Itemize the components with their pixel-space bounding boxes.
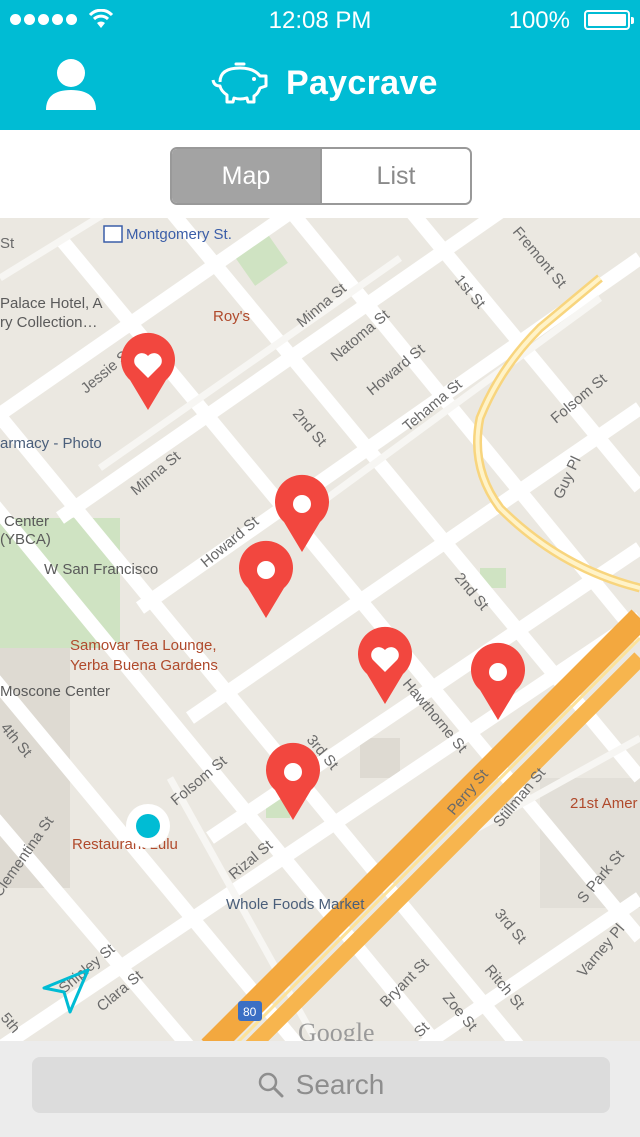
place-label: Roy's — [213, 308, 250, 325]
favorite-pin[interactable] — [121, 332, 175, 410]
place-label: Yerba Buena Gardens — [70, 657, 218, 674]
app-header: Paycrave — [0, 40, 640, 130]
transit-icon — [103, 225, 123, 243]
map-canvas[interactable]: Montgomery St. Palace Hotel, A ry Collec… — [0, 218, 640, 1041]
place-label: (YBCA) — [0, 531, 51, 548]
battery-icon — [584, 10, 634, 30]
tab-map[interactable]: Map — [172, 149, 320, 203]
building-block — [360, 738, 400, 778]
place-label: Montgomery St. — [126, 226, 232, 243]
street-label: Fremont St — [509, 224, 570, 292]
view-switcher-bar: Map List — [0, 130, 640, 219]
place-label: Center — [4, 513, 49, 530]
interstate-label: 80 — [243, 1005, 257, 1019]
street-label: 2nd St — [289, 406, 330, 451]
place-label: Palace Hotel, A — [0, 295, 103, 312]
place-label: Whole Foods Market — [226, 896, 365, 913]
app-title: Paycrave — [286, 63, 438, 102]
search-icon — [258, 1072, 284, 1098]
place-label: W San Francisco — [44, 561, 158, 578]
battery-percent: 100% — [508, 7, 570, 34]
place-label: Moscone Center — [0, 683, 110, 700]
street-label: St — [0, 235, 15, 252]
search-placeholder: Search — [295, 1069, 385, 1100]
street-label: 3rd St — [491, 906, 530, 948]
search-input[interactable]: Search — [32, 1057, 610, 1113]
user-icon[interactable] — [44, 56, 98, 112]
location-pin[interactable] — [239, 540, 293, 618]
status-bar: 12:08 PM 100% — [0, 0, 640, 40]
map-view[interactable]: Montgomery St. Palace Hotel, A ry Collec… — [0, 218, 640, 1041]
place-label: 21st Amer — [570, 795, 638, 812]
brand: Paycrave — [210, 60, 438, 106]
view-switcher: Map List — [170, 147, 472, 205]
google-logo: Google — [298, 1018, 375, 1041]
place-label: armacy - Photo — [0, 435, 102, 452]
tab-list[interactable]: List — [320, 149, 470, 203]
search-bar: Search — [0, 1041, 640, 1137]
place-label: Samovar Tea Lounge, — [70, 637, 217, 654]
piggy-bank-icon — [211, 62, 268, 104]
location-pin[interactable] — [275, 474, 329, 552]
current-location-dot — [126, 804, 170, 848]
place-label: ry Collection… — [0, 314, 98, 331]
